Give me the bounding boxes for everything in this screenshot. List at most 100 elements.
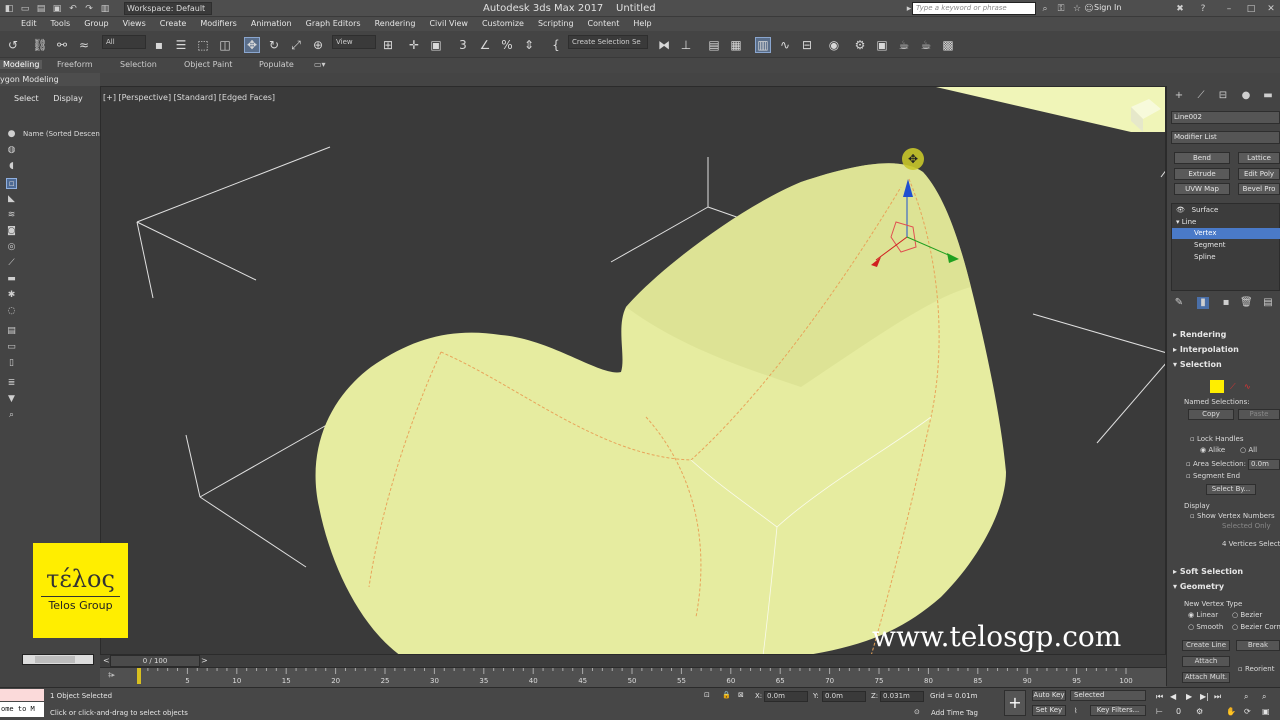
- selection-filter-dropdown[interactable]: All: [102, 35, 146, 49]
- add-time-tag-button[interactable]: Add Time Tag: [931, 709, 978, 717]
- area-selection-checkbox[interactable]: ▫ Area Selection:: [1186, 460, 1246, 468]
- project-folder-icon[interactable]: ▥: [100, 4, 110, 14]
- segment-level-icon[interactable]: ⟋: [1230, 382, 1236, 392]
- stack-item-vertex[interactable]: Vertex: [1172, 228, 1280, 239]
- selection-lock-icon[interactable]: 🔒: [722, 691, 731, 699]
- render-setup-icon[interactable]: ⚙: [852, 37, 868, 53]
- modify-tab-icon[interactable]: ⟋: [1195, 90, 1207, 102]
- smooth-radio[interactable]: ○ Smooth: [1188, 623, 1223, 631]
- bind-space-warp-icon[interactable]: ≈: [76, 37, 92, 53]
- display-bones-icon[interactable]: ▬: [6, 274, 17, 285]
- menu-tools[interactable]: Tools: [44, 17, 78, 31]
- copy-button[interactable]: Copy: [1188, 409, 1234, 420]
- tab-select[interactable]: Select: [14, 94, 39, 103]
- motion-tab-icon[interactable]: ●: [1240, 90, 1252, 102]
- material-editor-icon[interactable]: ◉: [826, 37, 842, 53]
- select-manipulate-icon[interactable]: ✛: [406, 37, 422, 53]
- layer-explorer-icon[interactable]: ▦: [728, 37, 744, 53]
- undo-icon[interactable]: ↶: [68, 4, 78, 14]
- name-column-header[interactable]: Name (Sorted Descen: [23, 130, 100, 138]
- stack-item-surface[interactable]: 👁 Surface: [1172, 205, 1280, 216]
- bezier-radio[interactable]: ○ Bezier: [1232, 611, 1262, 619]
- show-vertex-numbers-checkbox[interactable]: ▫ Show Vertex Numbers: [1190, 512, 1275, 520]
- maximize-icon[interactable]: □: [1246, 4, 1256, 14]
- maxscript-output[interactable]: [0, 689, 44, 701]
- stack-item-segment[interactable]: Segment: [1172, 240, 1280, 251]
- eye-icon[interactable]: 👁: [1176, 206, 1185, 214]
- maxscript-listener-input[interactable]: ome to M: [0, 702, 44, 717]
- menu-help[interactable]: Help: [626, 17, 658, 31]
- time-slider-thumb[interactable]: 0 / 100: [110, 655, 200, 667]
- modifier-list-dropdown[interactable]: Modifier List: [1171, 131, 1280, 144]
- menu-modifiers[interactable]: Modifiers: [193, 17, 244, 31]
- render-iterative-icon[interactable]: ☕: [918, 37, 934, 53]
- rollout-interpolation[interactable]: ▸ Interpolation: [1171, 345, 1280, 354]
- scene-explorer-scrollbar[interactable]: [22, 654, 94, 665]
- tab-object-paint[interactable]: Object Paint: [184, 60, 232, 69]
- break-button[interactable]: Break: [1236, 640, 1280, 651]
- viewport-label-menu[interactable]: [+] [Perspective] [Standard] [Edged Face…: [103, 93, 275, 102]
- configure-sets-icon[interactable]: ▤: [1262, 297, 1274, 309]
- new-file-icon[interactable]: ▭: [20, 4, 30, 14]
- ribbon-panel-label[interactable]: ygon Modeling: [0, 73, 100, 86]
- set-key-icon[interactable]: +: [1004, 690, 1026, 716]
- key-filters-button[interactable]: Key Filters...: [1090, 705, 1146, 716]
- reference-coordinate-dropdown[interactable]: View: [332, 35, 376, 49]
- display-shapes-icon[interactable]: ◖: [6, 161, 17, 172]
- select-by-button[interactable]: Select By...: [1206, 484, 1256, 495]
- auto-key-button[interactable]: Auto Key: [1032, 690, 1066, 701]
- menu-content[interactable]: Content: [581, 17, 627, 31]
- a360-render-icon[interactable]: ▩: [940, 37, 956, 53]
- default-in-out-tangent-icon[interactable]: ⌇: [1074, 707, 1077, 715]
- display-tab-icon[interactable]: ▬: [1262, 90, 1274, 102]
- display-xrefs-icon[interactable]: ⟋: [6, 258, 17, 269]
- menu-create[interactable]: Create: [153, 17, 194, 31]
- sign-in-link[interactable]: Sign In: [1094, 3, 1121, 12]
- help-icon[interactable]: ?: [1198, 4, 1208, 14]
- track-bar-menu-icon[interactable]: ‡▸: [108, 671, 115, 679]
- key-mode-dropdown[interactable]: Selected: [1070, 690, 1146, 701]
- bend-button[interactable]: Bend: [1174, 152, 1230, 164]
- rectangular-selection-icon[interactable]: ⬚: [195, 37, 211, 53]
- zoom-all-icon[interactable]: ⌕: [1262, 692, 1266, 702]
- x-coordinate-field[interactable]: 0.0m: [764, 691, 808, 702]
- menu-civil-view[interactable]: Civil View: [422, 17, 475, 31]
- lock-handles-checkbox[interactable]: ▫ Lock Handles: [1190, 435, 1244, 443]
- bezier-corner-radio[interactable]: ○ Bezier Corner: [1232, 623, 1280, 631]
- display-groups-icon[interactable]: ◎: [6, 242, 17, 253]
- object-name-field[interactable]: Line002: [1171, 111, 1280, 124]
- select-and-link-icon[interactable]: ⛓: [32, 37, 48, 53]
- select-and-move-icon[interactable]: ✥: [244, 37, 260, 53]
- menu-rendering[interactable]: Rendering: [368, 17, 423, 31]
- scrollbar-thumb[interactable]: [35, 656, 75, 663]
- undo-scene-icon[interactable]: ↺: [5, 37, 21, 53]
- percent-snap-icon[interactable]: %: [499, 37, 515, 53]
- exchange-icon[interactable]: ✖: [1175, 4, 1185, 14]
- display-children-icon[interactable]: ▭: [6, 342, 17, 353]
- attach-button[interactable]: Attach: [1182, 656, 1230, 667]
- filter-icon[interactable]: ▼: [6, 394, 17, 405]
- menu-scripting[interactable]: Scripting: [531, 17, 581, 31]
- menu-edit[interactable]: Edit: [14, 17, 44, 31]
- workspace-dropdown[interactable]: Workspace: Default ▾: [124, 2, 212, 24]
- spinner-snap-icon[interactable]: ⇕: [521, 37, 537, 53]
- zoom-icon[interactable]: ⌕: [1244, 692, 1248, 702]
- display-none-icon[interactable]: ◌: [6, 306, 17, 317]
- display-all-icon[interactable]: ✱: [6, 290, 17, 301]
- select-and-scale-icon[interactable]: ⤢: [288, 37, 304, 53]
- linear-radio[interactable]: ◉ Linear: [1188, 611, 1218, 619]
- orbit-icon[interactable]: ⟳: [1244, 707, 1251, 716]
- display-geometry-icon[interactable]: ◍: [6, 145, 17, 156]
- hierarchy-tab-icon[interactable]: ⊟: [1217, 90, 1229, 102]
- next-frame-icon[interactable]: ▶|: [1200, 692, 1209, 701]
- perspective-viewport[interactable]: ✥: [100, 86, 1166, 655]
- show-end-result-icon[interactable]: ▮: [1197, 297, 1209, 309]
- scene-explorer-icon[interactable]: ▤: [706, 37, 722, 53]
- alike-radio[interactable]: ◉ Alike: [1200, 446, 1225, 454]
- segment-end-checkbox[interactable]: ▫ Segment End: [1186, 472, 1240, 480]
- edit-poly-button[interactable]: Edit Poly: [1238, 168, 1280, 180]
- render-production-icon[interactable]: ☕: [896, 37, 912, 53]
- make-unique-icon[interactable]: ▪: [1220, 297, 1232, 309]
- stack-item-line[interactable]: ▾ Line: [1172, 217, 1280, 228]
- unlink-icon[interactable]: ⚯: [54, 37, 70, 53]
